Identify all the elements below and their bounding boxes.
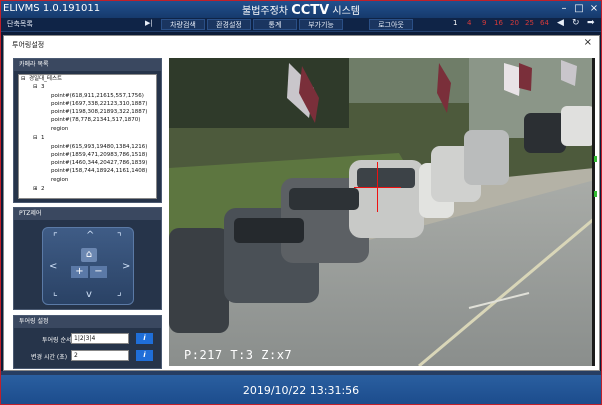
split-1-button[interactable]: 1 <box>453 19 457 27</box>
forward-icon[interactable]: ➡ <box>587 18 595 28</box>
app-window: ELIVMS 1.0.191011 불법주정차 CCTV 시스템 – □ × 단… <box>0 0 602 405</box>
camera-scene <box>169 58 592 366</box>
zoom-in-button[interactable]: + <box>71 266 88 278</box>
split-16-button[interactable]: 16 <box>494 19 503 27</box>
minimize-button[interactable]: – <box>557 2 571 15</box>
ptz-pad: ⌜ ^ ⌝ < > ⌞ v ⌟ ⌂ + − <box>42 227 134 305</box>
touring-order-apply-button[interactable]: i <box>136 333 153 344</box>
tree-node-toggle[interactable]: ⊞ <box>33 186 38 193</box>
ptz-down-right-icon[interactable]: ⌟ <box>117 288 122 298</box>
side-indicator <box>594 191 597 197</box>
datetime-display: 2019/10/22 13:31:56 <box>242 384 360 397</box>
split-9-button[interactable]: 9 <box>482 19 486 27</box>
app-title-cctv: CCTV <box>291 3 330 18</box>
touring-settings-dialog: 투어링설정 × 카메라 목록 ⊟ 경일대_테스트 ⊟ 3 point#(618,… <box>3 35 600 371</box>
ptz-up-right-icon[interactable]: ⌝ <box>117 233 122 243</box>
dialog-title: 투어링설정 <box>12 41 45 49</box>
maximize-button[interactable]: □ <box>572 2 586 15</box>
ptz-header: PTZ제어 <box>14 208 161 220</box>
statistics-button[interactable]: 통계 <box>253 19 297 30</box>
app-title-prefix: 불법주정차 <box>242 6 292 17</box>
shortcut-list-button[interactable]: 단축목록 <box>7 19 33 29</box>
tree-leaf[interactable]: point#(78,778,21341,517,1870) <box>51 117 140 124</box>
ptz-up-icon[interactable]: ^ <box>86 231 94 241</box>
tree-leaf[interactable]: point#(615,993,19480,1384,1216) <box>51 144 147 151</box>
split-64-button[interactable]: 64 <box>540 19 549 27</box>
tree-leaf[interactable]: point#(618,911,21615,557,1756) <box>51 93 144 100</box>
tree-leaf[interactable]: point#(1697,338,22123,310,1887) <box>51 101 147 108</box>
tree-leaf[interactable]: point#(158,744,18924,1161,1408) <box>51 168 147 175</box>
change-time-label: 변경 시간 (초) <box>31 354 68 361</box>
split-25-button[interactable]: 25 <box>525 19 534 27</box>
tree-node-3[interactable]: 3 <box>41 84 45 91</box>
back-icon[interactable]: ◀ <box>557 18 564 28</box>
tree-node-toggle[interactable]: ⊟ <box>33 135 38 142</box>
touring-settings-panel: 투어링 설정 투어링 순서 i 변경 시간 (초) i <box>13 315 162 369</box>
settings-button[interactable]: 환경설정 <box>207 19 251 30</box>
tree-node-1[interactable]: 1 <box>41 135 45 142</box>
title-bar: ELIVMS 1.0.191011 불법주정차 CCTV 시스템 – □ × <box>1 1 601 18</box>
ptz-home-icon[interactable]: ⌂ <box>81 248 97 262</box>
touring-order-input[interactable] <box>71 333 129 344</box>
split-20-button[interactable]: 20 <box>510 19 519 27</box>
crosshair-horizontal <box>354 187 401 188</box>
ptz-left-icon[interactable]: < <box>49 262 57 272</box>
ptz-right-icon[interactable]: > <box>122 262 130 272</box>
tree-leaf[interactable]: point#(1198,308,21893,322,1887) <box>51 109 147 116</box>
status-bar: 2019/10/22 13:31:56 <box>1 375 601 404</box>
logout-button[interactable]: 로그아웃 <box>369 19 413 30</box>
toolbar: 단축목록 ▶| 차량검색 환경설정 통계 부가기능 로그아웃 1 4 9 16 … <box>1 18 601 32</box>
camera-list-panel: 카메라 목록 ⊟ 경일대_테스트 ⊟ 3 point#(618,911,2161… <box>13 58 162 203</box>
change-time-input[interactable] <box>71 350 129 361</box>
camera-list-header: 카메라 목록 <box>14 59 161 71</box>
change-time-apply-button[interactable]: i <box>136 350 153 361</box>
extras-button[interactable]: 부가기능 <box>299 19 343 30</box>
camera-tree: ⊟ 경일대_테스트 ⊟ 3 point#(618,911,21615,557,1… <box>18 74 157 199</box>
tree-root-toggle[interactable]: ⊟ <box>21 76 26 83</box>
dialog-close-button[interactable]: × <box>584 37 592 48</box>
ptz-up-left-icon[interactable]: ⌜ <box>53 233 58 243</box>
zoom-out-button[interactable]: − <box>90 266 107 278</box>
refresh-icon[interactable]: ↻ <box>572 18 580 28</box>
split-4-button[interactable]: 4 <box>467 19 471 27</box>
vehicle-search-button[interactable]: 차량검색 <box>161 19 205 30</box>
tree-node-2[interactable]: 2 <box>41 186 45 193</box>
camera-video-view[interactable]: P:217 T:3 Z:x7 <box>169 58 595 366</box>
side-indicator <box>594 156 597 162</box>
app-title: 불법주정차 CCTV 시스템 <box>1 2 601 18</box>
ptz-control-panel: PTZ제어 ⌜ ^ ⌝ < > ⌞ v ⌟ ⌂ + − <box>13 207 162 310</box>
ptz-osd-readout: P:217 T:3 Z:x7 <box>184 348 293 362</box>
tree-leaf[interactable]: region <box>51 177 68 184</box>
tree-leaf[interactable]: region <box>51 126 68 133</box>
expand-arrow-icon[interactable]: ▶| <box>145 19 153 27</box>
ptz-down-icon[interactable]: v <box>86 290 92 300</box>
touring-settings-header: 투어링 설정 <box>14 316 161 328</box>
window-close-button[interactable]: × <box>587 2 601 15</box>
tree-root[interactable]: 경일대_테스트 <box>29 76 62 83</box>
app-title-suffix: 시스템 <box>329 6 360 17</box>
tree-leaf[interactable]: point#(1460,344,20427,786,1839) <box>51 160 147 167</box>
touring-order-label: 투어링 순서 <box>42 337 72 344</box>
tree-node-toggle[interactable]: ⊟ <box>33 84 38 91</box>
ptz-down-left-icon[interactable]: ⌞ <box>53 288 58 298</box>
tree-leaf[interactable]: point#(1859,471,20983,786,1518) <box>51 152 147 159</box>
